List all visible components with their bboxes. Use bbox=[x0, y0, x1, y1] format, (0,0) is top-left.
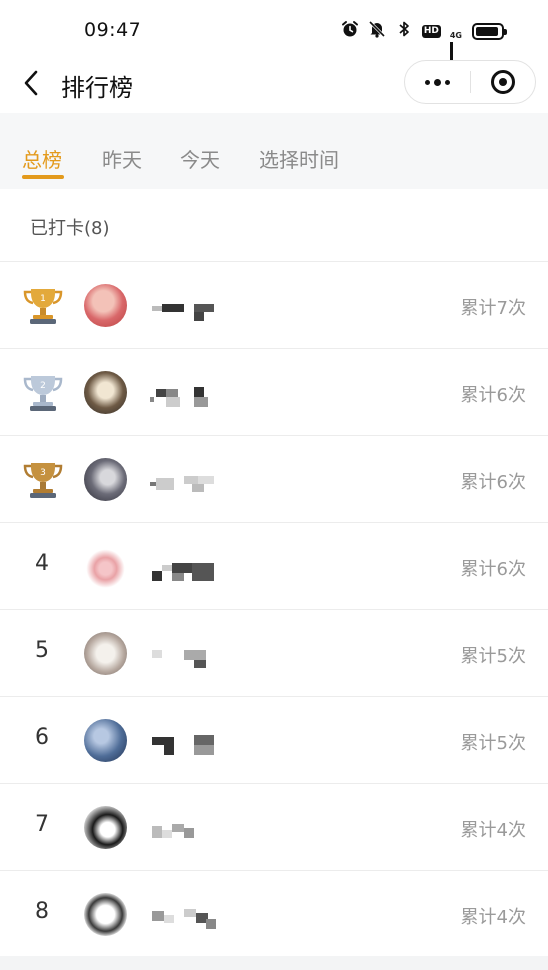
total-count: 累计5次 bbox=[460, 646, 526, 667]
active-tab-indicator bbox=[22, 175, 64, 179]
ranking-row[interactable]: 8 累计4次 bbox=[0, 870, 548, 957]
total-count: 累计6次 bbox=[460, 472, 526, 493]
avatar[interactable] bbox=[84, 284, 127, 327]
gold-trophy-icon: 1 bbox=[23, 289, 63, 324]
back-button[interactable] bbox=[14, 66, 48, 100]
avatar[interactable] bbox=[84, 545, 127, 588]
user-name-blurred bbox=[150, 470, 220, 496]
ranking-row[interactable]: 3 累计6次 bbox=[0, 435, 548, 522]
status-time: 09:47 bbox=[84, 19, 142, 41]
user-name-blurred bbox=[150, 644, 220, 670]
total-count: 累计5次 bbox=[460, 733, 526, 754]
avatar[interactable] bbox=[84, 632, 127, 675]
ranking-row[interactable]: 6 累计5次 bbox=[0, 696, 548, 783]
user-name-blurred bbox=[150, 557, 220, 583]
total-count: 累计4次 bbox=[460, 820, 526, 841]
ranking-row[interactable]: 7 累计4次 bbox=[0, 783, 548, 870]
target-close-icon bbox=[490, 70, 515, 94]
user-name-blurred bbox=[150, 731, 220, 757]
tab-bar: 总榜 昨天 今天 选择时间 bbox=[0, 113, 548, 189]
rank-number: 2 bbox=[40, 381, 46, 391]
ranking-row[interactable]: 2 累计6次 bbox=[0, 348, 548, 435]
miniprogram-capsule bbox=[404, 60, 536, 104]
rank-number: 6 bbox=[35, 725, 49, 750]
ranking-row[interactable]: 1 累计7次 bbox=[0, 261, 548, 348]
rank-number: 5 bbox=[35, 638, 49, 663]
user-name-blurred bbox=[150, 818, 220, 844]
tab-yesterday[interactable]: 昨天 bbox=[102, 144, 142, 173]
rank-number: 1 bbox=[40, 294, 46, 304]
tab-today[interactable]: 今天 bbox=[180, 144, 220, 173]
total-count: 累计7次 bbox=[460, 298, 526, 319]
rank-number: 4 bbox=[35, 551, 49, 576]
user-name-blurred bbox=[150, 905, 220, 931]
hd-icon: HD bbox=[421, 24, 441, 38]
total-count: 累计6次 bbox=[460, 559, 526, 580]
network-type-label: 4G bbox=[449, 31, 462, 40]
alarm-icon bbox=[341, 20, 359, 42]
avatar[interactable] bbox=[84, 719, 127, 762]
silver-trophy-icon: 2 bbox=[23, 376, 63, 411]
ranking-list: 1 累计7次 2 累计6次 3 累计6次 4 累计6次 5 累计5次 6 累计5… bbox=[0, 261, 548, 957]
battery-level bbox=[476, 26, 498, 36]
battery-icon bbox=[472, 22, 507, 40]
avatar[interactable] bbox=[84, 458, 127, 501]
ranking-row[interactable]: 5 累计5次 bbox=[0, 609, 548, 696]
bronze-trophy-icon: 3 bbox=[23, 463, 63, 498]
checked-in-count: 已打卡(8) bbox=[30, 218, 110, 239]
status-icons: HD 4G bbox=[341, 20, 507, 83]
rank-number: 3 bbox=[40, 468, 46, 478]
avatar[interactable] bbox=[84, 371, 127, 414]
more-dots-icon bbox=[425, 79, 430, 85]
bottom-area bbox=[0, 956, 548, 970]
chevron-left-icon bbox=[24, 70, 38, 96]
user-name-blurred bbox=[150, 296, 220, 322]
rank-number: 7 bbox=[35, 812, 49, 837]
page-title: 排行榜 bbox=[61, 74, 133, 102]
close-button[interactable] bbox=[471, 61, 535, 103]
mute-icon bbox=[368, 20, 386, 42]
ranking-row[interactable]: 4 累计6次 bbox=[0, 522, 548, 609]
avatar[interactable] bbox=[84, 806, 127, 849]
user-name-blurred bbox=[150, 383, 220, 409]
bluetooth-icon bbox=[395, 20, 413, 42]
total-count: 累计4次 bbox=[460, 907, 526, 928]
total-count: 累计6次 bbox=[460, 385, 526, 406]
more-button[interactable] bbox=[405, 61, 470, 103]
avatar[interactable] bbox=[84, 893, 127, 936]
nav-header: 排行榜 bbox=[0, 60, 548, 112]
tab-total[interactable]: 总榜 bbox=[22, 144, 62, 173]
tab-select-time[interactable]: 选择时间 bbox=[259, 144, 339, 173]
signal-4g-icon: 4G bbox=[449, 23, 463, 83]
rank-number: 8 bbox=[35, 899, 49, 924]
status-bar: 09:47 HD 4G bbox=[0, 0, 548, 83]
